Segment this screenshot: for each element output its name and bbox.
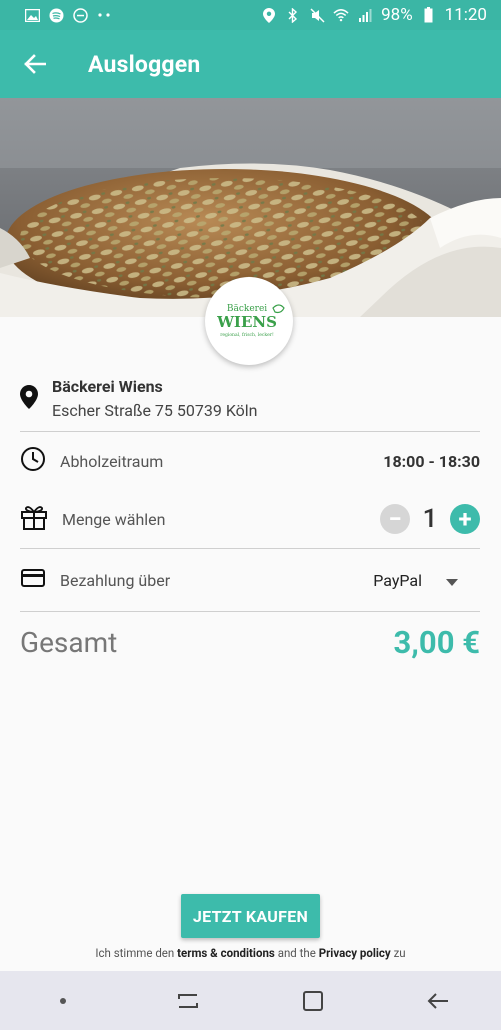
more-dots-icon (96, 7, 112, 23)
location-icon (261, 7, 277, 23)
nav-dot-button[interactable] (33, 971, 93, 1030)
wifi-icon (333, 7, 349, 23)
spotify-icon (48, 7, 64, 23)
total-label: Gesamt (20, 625, 118, 659)
recents-button[interactable] (158, 971, 218, 1030)
bluetooth-icon (285, 7, 301, 23)
battery-percent: 98% (381, 5, 413, 25)
terms-notice: Ich stimme den terms & conditions and th… (0, 946, 501, 960)
buy-now-button[interactable]: JETZT KAUFEN (181, 894, 320, 938)
clock-icon (20, 446, 46, 476)
terms-link[interactable]: terms & conditions (177, 946, 275, 960)
system-nav-bar (0, 971, 501, 1030)
home-button[interactable] (283, 971, 343, 1030)
total-value: 3,00 € (393, 623, 480, 661)
shop-name: Bäckerei Wiens (52, 377, 163, 396)
shop-address-row: Bäckerei Wiens Escher Straße 75 50739 Kö… (20, 376, 480, 426)
terms-middle: and the (277, 946, 316, 960)
arrow-left-icon (24, 54, 46, 74)
payment-row: Bezahlung über PayPal (20, 565, 480, 595)
location-pin-icon (20, 385, 42, 413)
pickup-time: 18:00 - 18:30 (383, 451, 480, 471)
shop-logo: Bäckerei WIENS regional, frisch, lecker! (205, 277, 293, 365)
app-bar-title[interactable]: Ausloggen (88, 51, 201, 78)
gallery-icon (24, 7, 40, 23)
shop-address: Escher Straße 75 50739 Köln (52, 401, 258, 420)
terms-prefix: Ich stimme den (95, 946, 175, 960)
signal-icon (357, 7, 373, 23)
payment-selected-value[interactable]: PayPal (373, 571, 422, 590)
quantity-row: Menge wählen − 1 + (20, 502, 480, 536)
privacy-link[interactable]: Privacy policy (319, 946, 391, 960)
quantity-label: Menge wählen (62, 509, 166, 529)
pickup-row: Abholzeitraum 18:00 - 18:30 (20, 446, 480, 476)
divider (20, 548, 480, 549)
back-button[interactable] (0, 30, 70, 98)
back-arrow-icon (427, 992, 449, 1009)
app-bar: Ausloggen (0, 30, 501, 98)
status-bar: 98% 11:20 (0, 0, 501, 30)
quantity-value: 1 (422, 504, 438, 534)
back-nav-button[interactable] (408, 971, 468, 1030)
divider (20, 431, 480, 432)
credit-card-icon (20, 568, 46, 592)
battery-icon (421, 7, 437, 23)
decrement-button[interactable]: − (380, 504, 410, 534)
payment-select[interactable]: PayPal (373, 571, 458, 590)
gift-icon (20, 503, 48, 535)
recents-icon (177, 993, 198, 1008)
mute-icon (309, 7, 325, 23)
dnd-icon (72, 7, 88, 23)
dropdown-arrow-icon[interactable] (446, 571, 458, 590)
quantity-stepper: − 1 + (380, 504, 480, 534)
home-square-icon (303, 990, 324, 1011)
increment-button[interactable]: + (450, 504, 480, 534)
logo-text-main: WIENS (216, 313, 277, 331)
dot-icon (59, 997, 66, 1004)
divider (20, 611, 480, 612)
payment-label: Bezahlung über (60, 570, 171, 590)
logo-text-sub: regional, frisch, lecker! (220, 332, 274, 338)
terms-suffix: zu (393, 946, 406, 960)
clock: 11:20 (444, 5, 487, 25)
total-row: Gesamt 3,00 € (20, 620, 480, 664)
pickup-label: Abholzeitraum (60, 451, 164, 471)
